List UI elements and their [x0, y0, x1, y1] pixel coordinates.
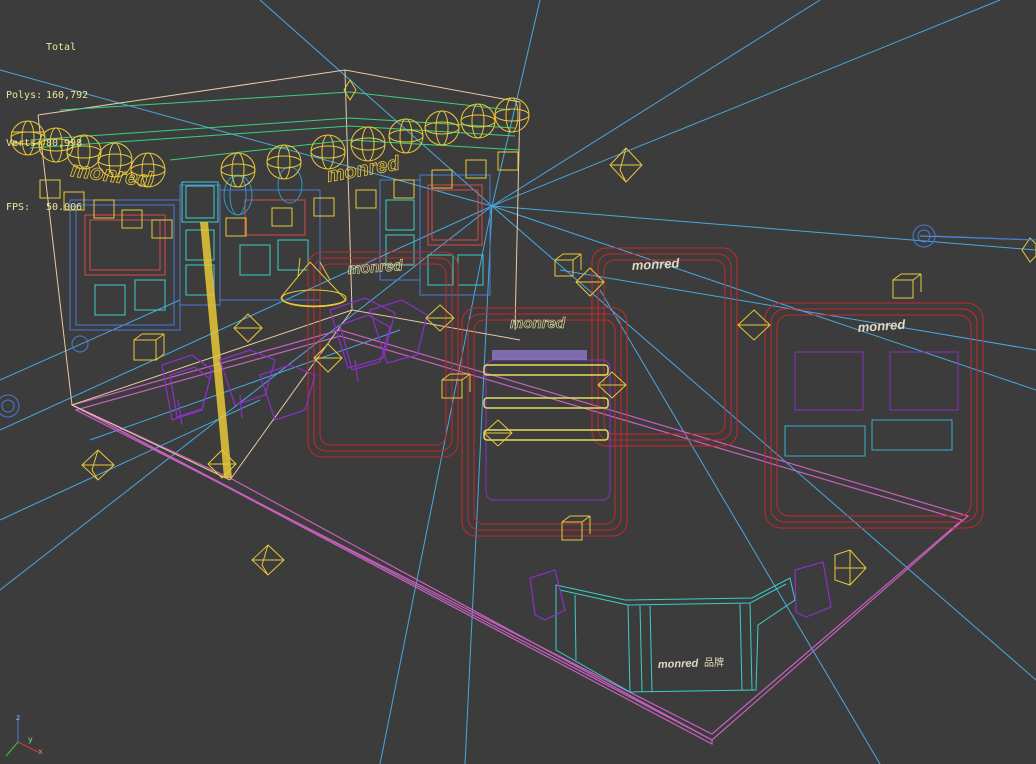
axis-y-label: y	[28, 735, 33, 744]
axis-z-label: z	[16, 713, 20, 722]
shelf-label	[492, 350, 587, 360]
light-sphere	[460, 103, 496, 139]
axis-gizmo: z x y	[5, 713, 43, 757]
right-wall-panels	[379, 174, 491, 296]
brand-logo-counter-cn: 品牌	[704, 656, 724, 669]
pole	[200, 222, 232, 478]
shelves	[483, 364, 609, 441]
cube-helper	[892, 273, 922, 299]
3d-viewport[interactable]: monred monred monred monred monred monre…	[0, 0, 1036, 764]
cube-helper	[133, 333, 165, 361]
brand-logo-stand-4: monred	[857, 317, 907, 335]
wireframe-scene[interactable]: monred monred monred monred monred monre…	[0, 0, 1036, 764]
verts-stat: Verts: 80,998	[6, 136, 88, 152]
panel-frames	[485, 351, 959, 501]
light-helpers	[39, 151, 922, 541]
light-sphere	[424, 110, 460, 146]
verts-label: Verts:	[6, 138, 43, 149]
polys-stat: Polys: 160,792	[6, 88, 88, 104]
brand-logo-counter: monred	[658, 658, 699, 671]
fps-value: 50.006	[46, 202, 83, 213]
red-display-panels	[307, 247, 984, 537]
left-wall-panels	[69, 181, 321, 331]
fps-label: FPS:	[6, 202, 31, 213]
light-sphere	[388, 118, 424, 154]
light-sphere	[266, 144, 302, 180]
brand-logo-stand-3: monred	[631, 255, 680, 273]
axis-x-label: x	[38, 747, 43, 756]
brand-logo-stand-1: monred	[347, 257, 404, 278]
verts-value: 80,998	[46, 138, 83, 149]
light-sphere	[834, 549, 867, 586]
header-beam	[29, 91, 521, 161]
light-sphere	[220, 152, 256, 188]
viewport-statistics: Total Polys: 160,792 Verts: 80,998 FPS: 50.…	[6, 8, 88, 248]
polys-label: Polys:	[6, 90, 43, 101]
polys-value: 160,792	[46, 90, 89, 101]
stats-header: Total	[46, 42, 77, 53]
brand-logo-stand-2: monred	[510, 315, 566, 332]
fps-stat: FPS: 50.006	[6, 200, 88, 216]
light-sphere	[494, 97, 530, 133]
